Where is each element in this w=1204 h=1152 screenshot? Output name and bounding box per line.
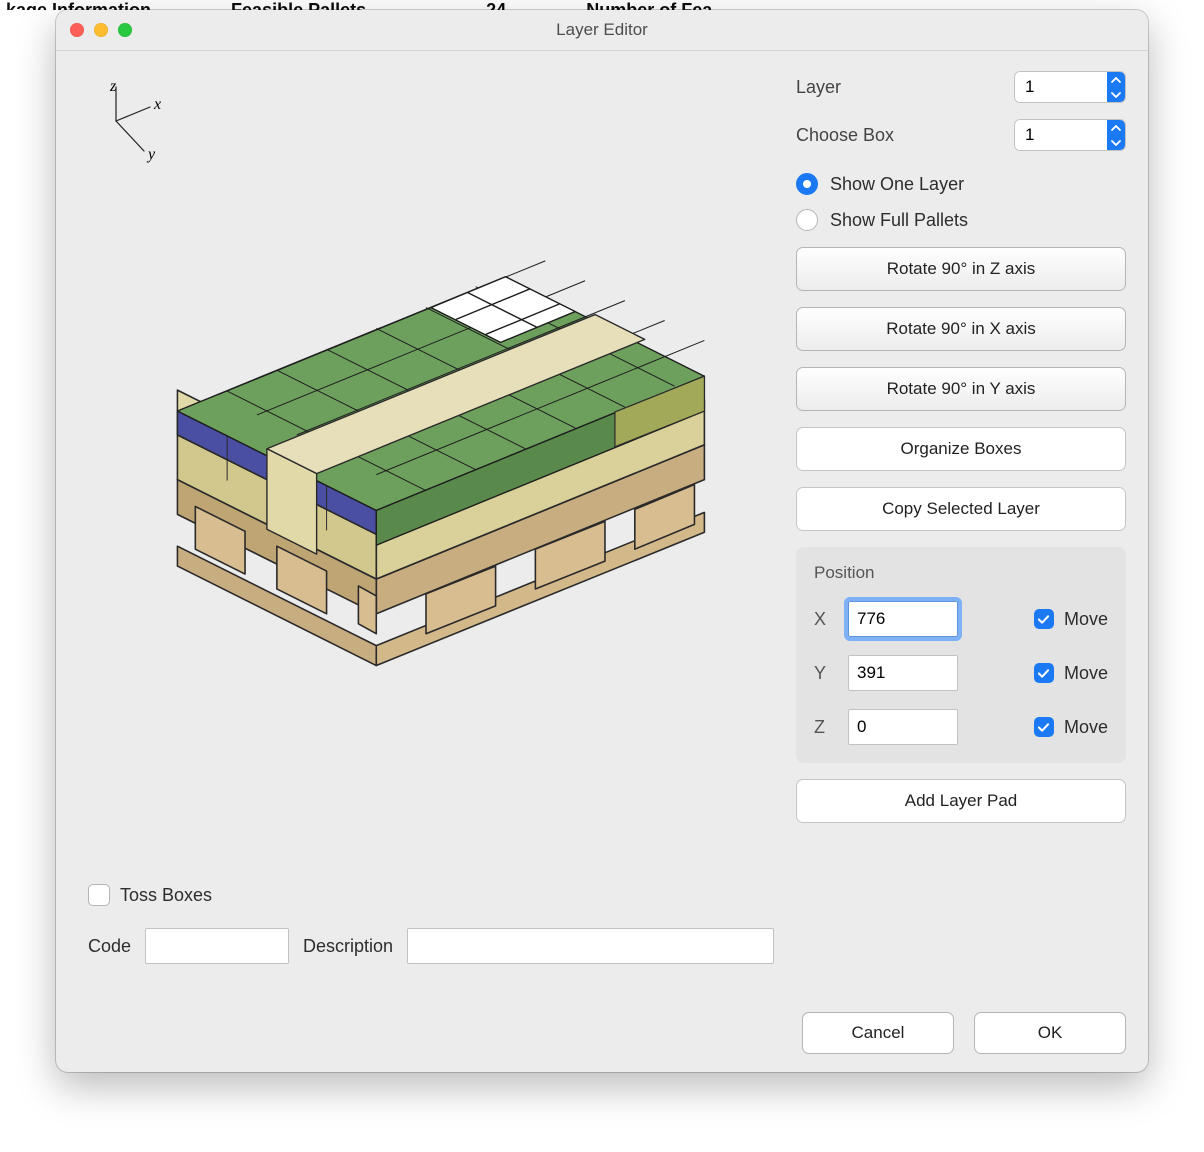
toss-boxes-label: Toss Boxes (120, 885, 212, 906)
cancel-button[interactable]: Cancel (802, 1012, 954, 1054)
copy-selected-layer-button[interactable]: Copy Selected Layer (796, 487, 1126, 531)
move-y-checkbox[interactable] (1034, 663, 1054, 683)
rotate-y-button[interactable]: Rotate 90° in Y axis (796, 367, 1126, 411)
parent-label-1: kage Information (6, 0, 151, 10)
choose-box-spin-buttons[interactable] (1107, 120, 1125, 150)
show-full-pallets-radio[interactable]: Show Full Pallets (796, 209, 1126, 231)
radio-dot-icon (796, 209, 818, 231)
pallet-3d-view[interactable] (78, 71, 774, 878)
viewport-panel: z x y (78, 71, 774, 968)
ok-button[interactable]: OK (974, 1012, 1126, 1054)
axis-y-label: y (146, 146, 156, 163)
choose-box-stepper[interactable] (1014, 119, 1126, 151)
position-x-input[interactable] (848, 601, 958, 637)
rotate-z-button[interactable]: Rotate 90° in Z axis (796, 247, 1126, 291)
description-input[interactable] (407, 928, 774, 964)
show-full-pallets-label: Show Full Pallets (830, 210, 968, 231)
position-z-label: Z (814, 717, 834, 738)
position-y-label: Y (814, 663, 834, 684)
show-one-layer-label: Show One Layer (830, 174, 964, 195)
axis-z-label: z (109, 81, 117, 95)
move-x-checkbox[interactable] (1034, 609, 1054, 629)
show-one-layer-radio[interactable]: Show One Layer (796, 173, 1126, 195)
code-input[interactable] (145, 928, 289, 964)
position-panel: Position X Move Y (796, 547, 1126, 763)
window-title: Layer Editor (56, 20, 1148, 40)
axis-x-label: x (153, 96, 161, 113)
position-z-input[interactable] (848, 709, 958, 745)
layer-stepper[interactable] (1014, 71, 1126, 103)
move-y-label: Move (1064, 663, 1108, 684)
code-label: Code (88, 936, 131, 957)
axis-gizmo: z x y (88, 81, 168, 176)
titlebar: Layer Editor (56, 10, 1148, 51)
position-x-label: X (814, 609, 834, 630)
rotate-x-button[interactable]: Rotate 90° in X axis (796, 307, 1126, 351)
chevron-up-icon[interactable] (1107, 72, 1125, 87)
chevron-down-icon[interactable] (1107, 135, 1125, 150)
description-label: Description (303, 936, 393, 957)
parent-label-2: Feasible Pallets (231, 0, 366, 10)
parent-window-strip: kage Information Feasible Pallets 24 Num… (0, 0, 1204, 10)
move-z-checkbox[interactable] (1034, 717, 1054, 737)
add-layer-pad-button[interactable]: Add Layer Pad (796, 779, 1126, 823)
choose-box-label: Choose Box (796, 125, 894, 146)
move-z-label: Move (1064, 717, 1108, 738)
parent-label-3: Number of Fea (586, 0, 712, 10)
move-x-label: Move (1064, 609, 1108, 630)
choose-box-value[interactable] (1015, 120, 1107, 150)
parent-value-2: 24 (486, 0, 506, 10)
toss-boxes-checkbox[interactable] (88, 884, 110, 906)
chevron-up-icon[interactable] (1107, 120, 1125, 135)
layer-value[interactable] (1015, 72, 1107, 102)
layer-spin-buttons[interactable] (1107, 72, 1125, 102)
chevron-down-icon[interactable] (1107, 87, 1125, 102)
controls-panel: Layer Choose Box (796, 71, 1126, 968)
layer-editor-window: Layer Editor z x y (56, 10, 1148, 1072)
radio-dot-icon (796, 173, 818, 195)
position-y-input[interactable] (848, 655, 958, 691)
organize-boxes-button[interactable]: Organize Boxes (796, 427, 1126, 471)
layer-label: Layer (796, 77, 841, 98)
position-header: Position (814, 563, 1108, 583)
